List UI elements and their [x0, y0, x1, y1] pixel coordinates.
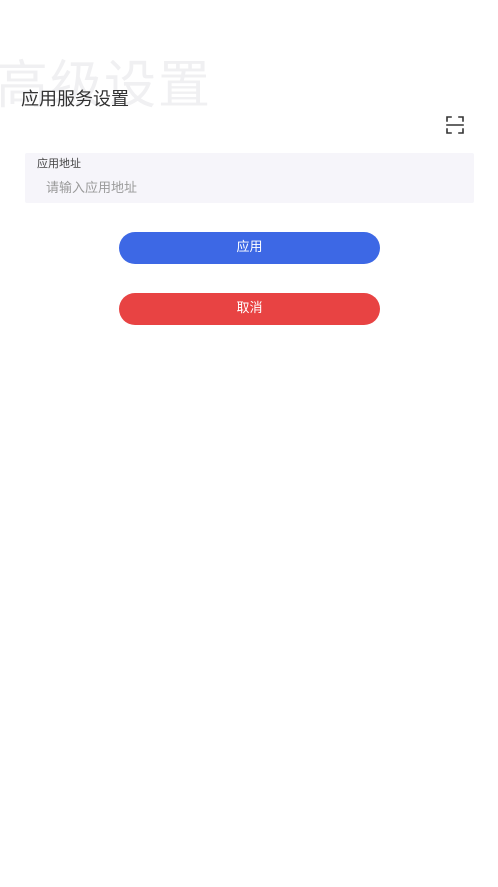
page-title: 应用服务设置 — [21, 89, 129, 110]
app-address-field: 应用地址 — [25, 153, 474, 203]
app-address-label: 应用地址 — [37, 157, 81, 170]
scan-icon — [446, 116, 464, 134]
advanced-settings-page: 高级设置 应用服务设置 应用地址 应用 取消 — [0, 0, 498, 887]
apply-button[interactable]: 应用 — [119, 232, 380, 264]
app-address-input[interactable] — [37, 177, 466, 199]
cancel-button[interactable]: 取消 — [119, 293, 380, 325]
scan-button[interactable] — [444, 114, 466, 136]
